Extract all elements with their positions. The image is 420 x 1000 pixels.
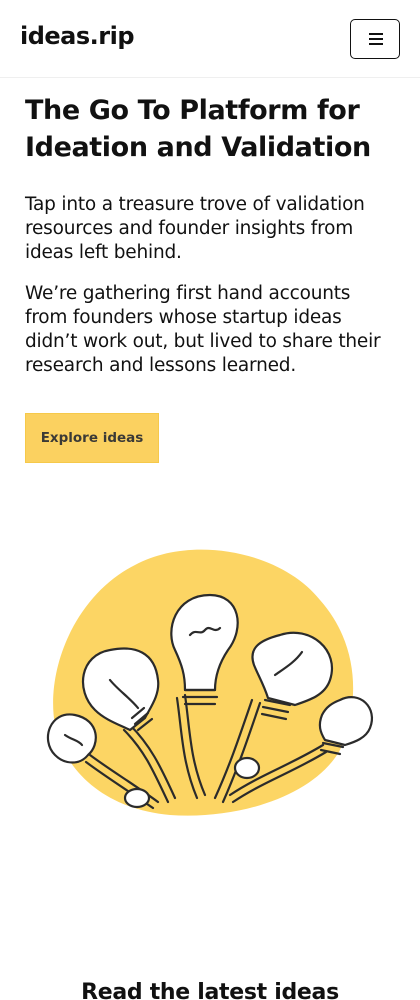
hero-title: The Go To Platform for Ideation and Vali… [25, 95, 371, 163]
hero-paragraph-1: Tap into a treasure trove of validation … [25, 194, 365, 263]
latest-ideas-heading: Read the latest ideas [81, 980, 339, 1000]
hero-paragraph-2: We’re gathering first hand accounts from… [25, 283, 381, 376]
page: ideas.rip The Go To Platform for Ideatio… [0, 0, 420, 1000]
site-logo[interactable]: ideas.rip [20, 22, 135, 50]
site-header: ideas.rip [0, 0, 420, 78]
explore-ideas-button[interactable]: Explore ideas [25, 413, 159, 463]
menu-button[interactable] [350, 19, 400, 59]
light-bulbs-illustration [46, 549, 373, 816]
